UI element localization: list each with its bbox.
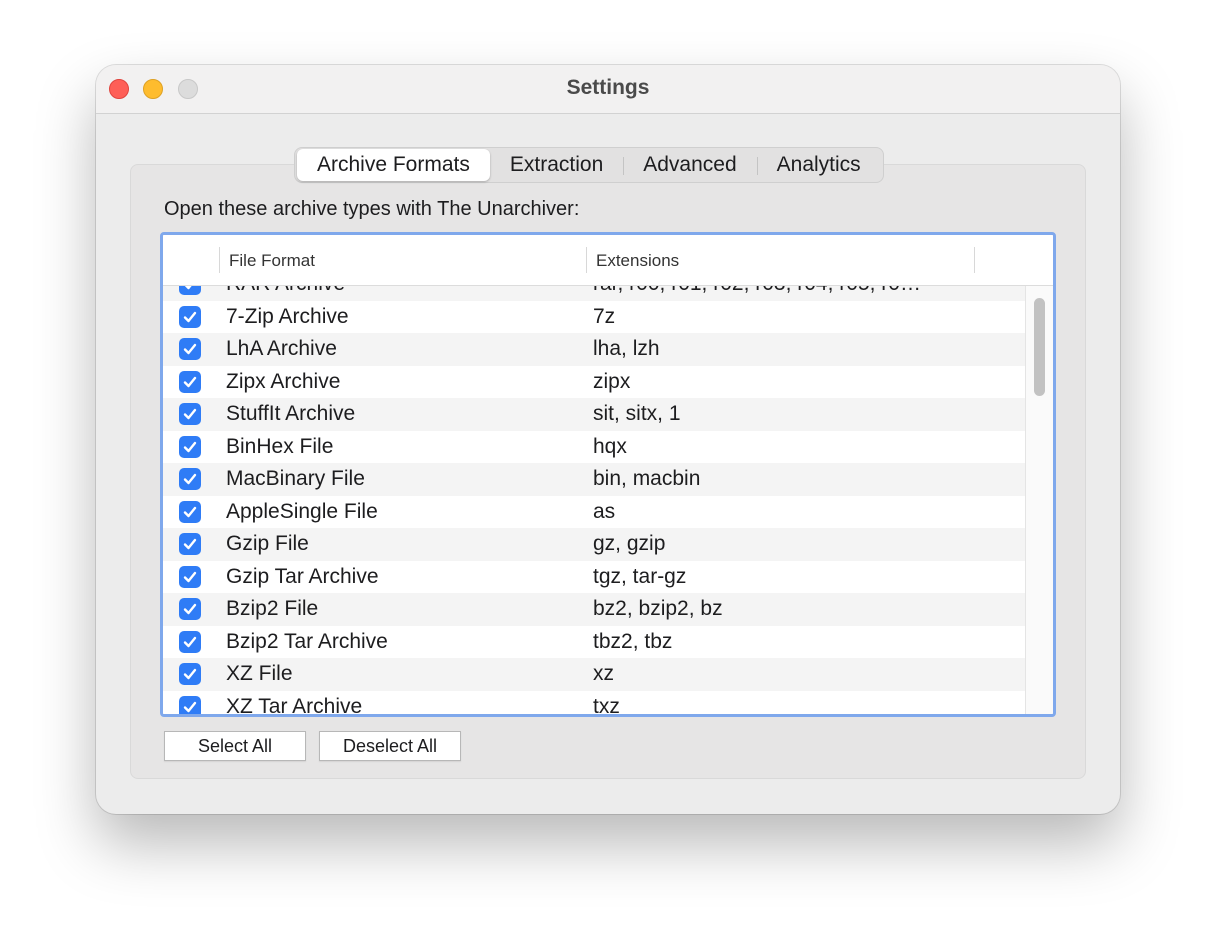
- table-row[interactable]: Gzip Tar Archive tgz, tar-gz: [163, 560, 1025, 593]
- format-checkbox[interactable]: [179, 435, 201, 458]
- format-name: 7-Zip Archive: [226, 304, 349, 328]
- format-extensions: lha, lzh: [593, 337, 660, 360]
- format-checkbox[interactable]: [179, 468, 201, 490]
- format-checkbox[interactable]: [179, 663, 201, 685]
- column-separator: [586, 247, 587, 273]
- format-checkbox[interactable]: [179, 338, 201, 360]
- window-title: Settings: [566, 76, 650, 99]
- table-row[interactable]: Bzip2 File bz2, bzip2, bz: [163, 593, 1025, 626]
- format-checkbox[interactable]: [179, 565, 201, 588]
- format-name: AppleSingle File: [226, 499, 378, 523]
- format-extensions: bz2, bzip2, bz: [593, 597, 723, 620]
- deselect-all-button[interactable]: Deselect All: [319, 731, 461, 761]
- checkmark-icon: [184, 286, 192, 290]
- column-header-file-format[interactable]: File Format: [229, 251, 315, 271]
- checkmark-icon: [183, 636, 197, 647]
- instruction-label: Open these archive types with The Unarch…: [164, 198, 580, 220]
- format-name: LhA Archive: [226, 337, 337, 360]
- format-checkbox[interactable]: [179, 533, 201, 555]
- table-row[interactable]: AppleSingle File as: [163, 495, 1025, 528]
- table-row[interactable]: LhA Archive lha, lzh: [163, 333, 1025, 366]
- format-extensions: bin, macbin: [593, 467, 701, 490]
- checkmark-icon: [183, 311, 197, 322]
- format-extensions: txz: [593, 694, 620, 715]
- table-row[interactable]: Bzip2 Tar Archive tbz2, tbz: [163, 625, 1025, 658]
- table-row[interactable]: BinHex File hqx: [163, 430, 1025, 463]
- format-extensions: hqx: [593, 434, 627, 458]
- format-checkbox[interactable]: [179, 403, 201, 425]
- checkmark-icon: [183, 668, 197, 680]
- format-checkbox[interactable]: [179, 286, 201, 295]
- table-row[interactable]: MacBinary File bin, macbin: [163, 463, 1025, 496]
- checkmark-icon: [183, 408, 197, 420]
- checkmark-icon: [183, 506, 197, 517]
- checkmark-icon: [183, 343, 197, 355]
- format-name: RAR Archive: [226, 286, 345, 296]
- format-name: BinHex File: [226, 434, 334, 458]
- checkmark-icon: [183, 441, 197, 452]
- vertical-scrollbar[interactable]: [1025, 286, 1053, 714]
- checkmark-icon: [183, 376, 197, 387]
- table-row[interactable]: Gzip File gz, gzip: [163, 528, 1025, 561]
- format-name: XZ File: [226, 662, 293, 685]
- checkmark-icon: [183, 701, 197, 712]
- format-checkbox[interactable]: [179, 500, 201, 523]
- format-checkbox[interactable]: [179, 630, 201, 653]
- format-extensions: gz, gzip: [593, 532, 666, 555]
- format-name: StuffIt Archive: [226, 402, 356, 425]
- format-extensions: sit, sitx, 1: [593, 402, 681, 425]
- select-all-button[interactable]: Select All: [164, 731, 306, 761]
- format-checkbox[interactable]: [179, 370, 201, 393]
- tab-advanced[interactable]: Advanced: [623, 149, 756, 181]
- table-row[interactable]: XZ Tar Archive txz: [163, 690, 1025, 715]
- checkmark-icon: [183, 538, 197, 550]
- format-checkbox[interactable]: [179, 695, 201, 714]
- table-row[interactable]: RAR Archive rar, r00, r01, r02, r03, r04,…: [163, 286, 1025, 301]
- format-name: Gzip Tar Archive: [226, 564, 379, 588]
- format-extensions: tbz2, tbz: [593, 629, 673, 653]
- tab-extraction[interactable]: Extraction: [490, 149, 623, 181]
- format-name: MacBinary File: [226, 467, 365, 490]
- table-row[interactable]: StuffIt Archive sit, sitx, 1: [163, 398, 1025, 431]
- format-extensions: as: [593, 499, 616, 523]
- tab-bar: Archive Formats Extraction Advanced Anal…: [294, 147, 884, 183]
- format-name: Bzip2 Tar Archive: [226, 629, 388, 653]
- table-header: File Format Extensions: [163, 235, 1053, 286]
- table-rows: RAR Archive rar, r00, r01, r02, r03, r04,…: [163, 286, 1025, 714]
- tab-analytics[interactable]: Analytics: [756, 149, 881, 181]
- archive-formats-table[interactable]: File Format Extensions RAR Archive rar, r…: [160, 232, 1056, 717]
- format-name: Bzip2 File: [226, 597, 319, 620]
- format-extensions: rar, r00, r01, r02, r03, r04, r05, r0…: [593, 286, 1013, 296]
- table-row[interactable]: 7-Zip Archive 7z: [163, 300, 1025, 333]
- checkmark-icon: [183, 603, 197, 615]
- settings-window: Settings Archive Formats Extraction Adva…: [96, 65, 1120, 814]
- checkmark-icon: [183, 571, 197, 582]
- format-extensions: zipx: [593, 369, 631, 393]
- tab-archive-formats[interactable]: Archive Formats: [297, 149, 490, 181]
- column-separator: [974, 247, 975, 273]
- format-checkbox[interactable]: [179, 598, 201, 620]
- scrollbar-thumb[interactable]: [1034, 298, 1045, 396]
- column-separator: [219, 247, 220, 273]
- table-row[interactable]: Zipx Archive zipx: [163, 365, 1025, 398]
- format-name: Zipx Archive: [226, 369, 341, 393]
- format-checkbox[interactable]: [179, 305, 201, 328]
- checkmark-icon: [183, 473, 197, 485]
- format-extensions: 7z: [593, 304, 616, 328]
- title-bar: Settings: [96, 65, 1120, 114]
- format-name: XZ Tar Archive: [226, 694, 363, 715]
- table-body: RAR Archive rar, r00, r01, r02, r03, r04,…: [163, 286, 1025, 714]
- format-name: Gzip File: [226, 532, 309, 555]
- format-extensions: xz: [593, 662, 614, 685]
- column-header-extensions[interactable]: Extensions: [596, 251, 679, 271]
- table-row[interactable]: XZ File xz: [163, 658, 1025, 691]
- format-extensions: tgz, tar-gz: [593, 564, 687, 588]
